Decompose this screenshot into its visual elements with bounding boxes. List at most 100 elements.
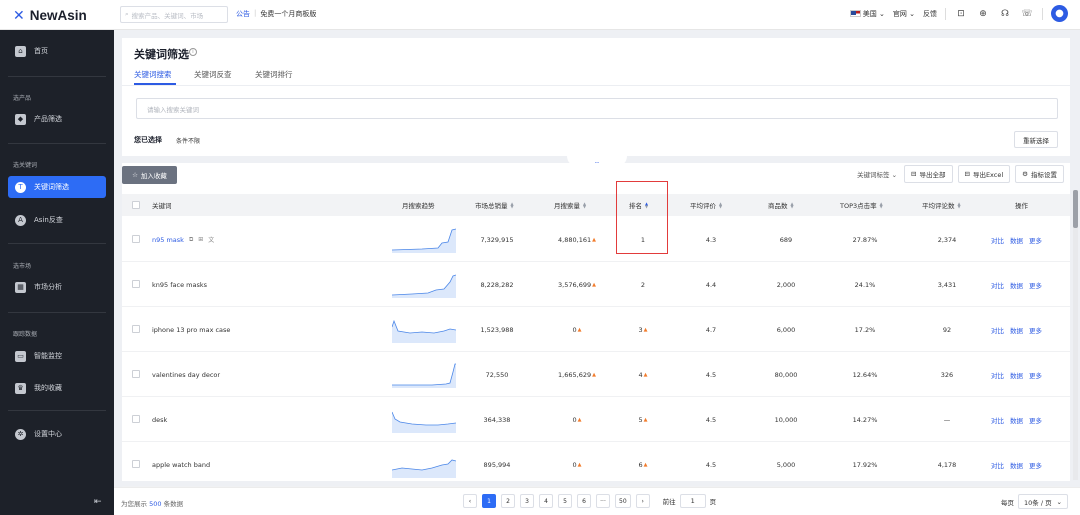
- data-link[interactable]: 数据: [1010, 415, 1023, 425]
- metric-settings-button[interactable]: ⚙ 指标设置: [1015, 165, 1064, 183]
- row-checkbox[interactable]: [132, 280, 140, 288]
- logo[interactable]: ✕ NewAsin: [13, 8, 87, 23]
- col-monthly-search[interactable]: 月搜索量 ▲ ▼: [554, 194, 586, 216]
- pager: ‹ 1 2 3 4 5 6 ··· 50 › 前往 1 页: [463, 494, 716, 508]
- goto-page: 前往 1 页: [663, 494, 716, 508]
- compare-link[interactable]: 对比: [991, 325, 1004, 335]
- compare-link[interactable]: 对比: [991, 370, 1004, 380]
- add-to-favorites-button[interactable]: ☆ 加入收藏: [122, 166, 177, 184]
- data-link[interactable]: 数据: [1010, 235, 1023, 245]
- export-excel-button[interactable]: ⊟ 导出Excel: [957, 165, 1011, 183]
- more-link[interactable]: 更多: [1029, 370, 1042, 380]
- avatar[interactable]: ●: [1051, 5, 1068, 22]
- page-button[interactable]: 6: [577, 494, 591, 508]
- translate-icon[interactable]: 文: [208, 235, 214, 244]
- row-checkbox[interactable]: [132, 325, 140, 333]
- plugin-icon[interactable]: ⊕: [976, 7, 990, 21]
- marketplace-select[interactable]: 美国 ⌄: [849, 9, 885, 19]
- message-icon[interactable]: ☏: [1020, 7, 1034, 21]
- prev-page-button[interactable]: ‹: [463, 494, 477, 508]
- keyword-cell[interactable]: desk: [152, 397, 167, 442]
- row-checkbox[interactable]: [132, 460, 140, 468]
- data-link[interactable]: 数据: [1010, 370, 1023, 380]
- monthly-search-cell: 1,665,629 ▲: [550, 352, 604, 397]
- page-button[interactable]: 4: [539, 494, 553, 508]
- compare-link[interactable]: 对比: [991, 235, 1004, 245]
- tab-keyword-reverse[interactable]: 关键词反查: [194, 69, 232, 80]
- col-top3-ctr[interactable]: TOP3点击率 ▲ ▼: [840, 194, 883, 216]
- data-link[interactable]: 数据: [1010, 460, 1023, 470]
- official-site-menu[interactable]: 官网 ⌄: [893, 9, 915, 19]
- page-button[interactable]: 50: [615, 494, 631, 508]
- page-button[interactable]: 5: [558, 494, 572, 508]
- sidebar-item-product-filter[interactable]: ◆ 产品筛选: [8, 108, 106, 130]
- sidebar-item-asin-reverse[interactable]: A Asin反查: [8, 209, 106, 231]
- headset-icon[interactable]: ☊: [998, 7, 1012, 21]
- row-checkbox[interactable]: [132, 370, 140, 378]
- compare-link[interactable]: 对比: [991, 415, 1004, 425]
- more-link[interactable]: 更多: [1029, 415, 1042, 425]
- avg-reviews-cell: 4,178: [937, 460, 957, 469]
- sidebar-item-my-favorites[interactable]: ♛ 我的收藏: [8, 377, 106, 399]
- select-all-checkbox[interactable]: [132, 201, 140, 209]
- value: 4: [638, 370, 643, 379]
- external-icon[interactable]: ⊞: [198, 236, 203, 243]
- page-button[interactable]: 3: [520, 494, 534, 508]
- reset-button[interactable]: 重新选择: [1014, 131, 1058, 148]
- col-market-sales[interactable]: 市场总销量 ▲ ▼: [475, 194, 514, 216]
- global-search-input[interactable]: ⌕ 搜索产品、关键词、市场: [120, 6, 228, 23]
- page-ellipsis[interactable]: ···: [596, 494, 610, 508]
- keyword-cell[interactable]: iphone 13 pro max case: [152, 307, 230, 352]
- export-all-button[interactable]: ⊟ 导出全部: [904, 165, 953, 183]
- info-icon[interactable]: i: [189, 48, 197, 56]
- keyword-search-input[interactable]: 请输入搜索关键词: [136, 98, 1058, 119]
- more-link[interactable]: 更多: [1029, 325, 1042, 335]
- next-page-button[interactable]: ›: [635, 494, 650, 508]
- value: 0: [572, 415, 577, 424]
- more-link[interactable]: 更多: [1029, 280, 1042, 290]
- data-link[interactable]: 数据: [1010, 325, 1023, 335]
- page-size-select[interactable]: 10条 / 页 ⌄: [1018, 494, 1068, 509]
- sort-icon: ▲ ▼: [879, 201, 883, 209]
- sidebar-item-smart-monitor[interactable]: ▭ 智能监控: [8, 345, 106, 367]
- sidebar-item-settings[interactable]: ✲ 设置中心: [8, 423, 106, 445]
- col-avg-rating[interactable]: 平均评价 ▲ ▼: [690, 194, 722, 216]
- grid-icon: ▦: [15, 281, 26, 293]
- sidebar-item-home[interactable]: ⌂ 首页: [8, 40, 106, 62]
- col-avg-reviews[interactable]: 平均评论数 ▲ ▼: [922, 194, 961, 216]
- row-checkbox[interactable]: [132, 415, 140, 423]
- scrollbar-thumb[interactable]: [1073, 190, 1078, 228]
- rank-highlight-box: [616, 181, 668, 254]
- goto-page-input[interactable]: 1: [679, 494, 706, 508]
- marketplace-label: 美国: [862, 9, 877, 18]
- copy-icon[interactable]: ⧉: [189, 236, 193, 244]
- compare-link[interactable]: 对比: [991, 280, 1004, 290]
- app-icon[interactable]: ⊡: [954, 7, 968, 21]
- keyword-cell[interactable]: kn95 face masks: [152, 262, 207, 307]
- col-product-count[interactable]: 商品数 ▲ ▼: [768, 194, 794, 216]
- sidebar-item-market-analysis[interactable]: ▦ 市场分析: [8, 276, 106, 298]
- feedback-link[interactable]: 反馈: [923, 9, 937, 19]
- tab-keyword-search[interactable]: 关键词搜索: [134, 69, 172, 80]
- compare-link[interactable]: 对比: [991, 460, 1004, 470]
- collapse-sidebar-icon[interactable]: ⇤: [94, 497, 102, 507]
- rank-cell: 3 ▲: [630, 307, 656, 352]
- keyword-cell[interactable]: apple watch band: [152, 442, 210, 487]
- chevron-down-icon: ⌄: [1056, 497, 1062, 506]
- data-link[interactable]: 数据: [1010, 280, 1023, 290]
- page-title: 关键词筛选: [134, 48, 189, 61]
- page-button[interactable]: 2: [501, 494, 515, 508]
- announcement-text[interactable]: 免费一个月商板版: [260, 9, 316, 19]
- keyword-tag-select[interactable]: 关键词标签 ⌄: [857, 169, 897, 179]
- tab-keyword-ranking[interactable]: 关键词排行: [255, 69, 293, 80]
- scrollbar[interactable]: [1073, 190, 1078, 480]
- top3-ctr-cell: 27.87%: [852, 235, 878, 244]
- more-link[interactable]: 更多: [1029, 460, 1042, 470]
- sidebar-item-keyword-filter[interactable]: T 关键词筛选: [8, 176, 106, 198]
- keyword-link[interactable]: n95 mask: [152, 236, 184, 244]
- row-checkbox[interactable]: [132, 235, 140, 243]
- more-link[interactable]: 更多: [1029, 235, 1042, 245]
- keyword-cell[interactable]: valentines day decor: [152, 352, 220, 397]
- announcement[interactable]: 公告 | 免费一个月商板版: [236, 9, 316, 19]
- page-button[interactable]: 1: [482, 494, 496, 508]
